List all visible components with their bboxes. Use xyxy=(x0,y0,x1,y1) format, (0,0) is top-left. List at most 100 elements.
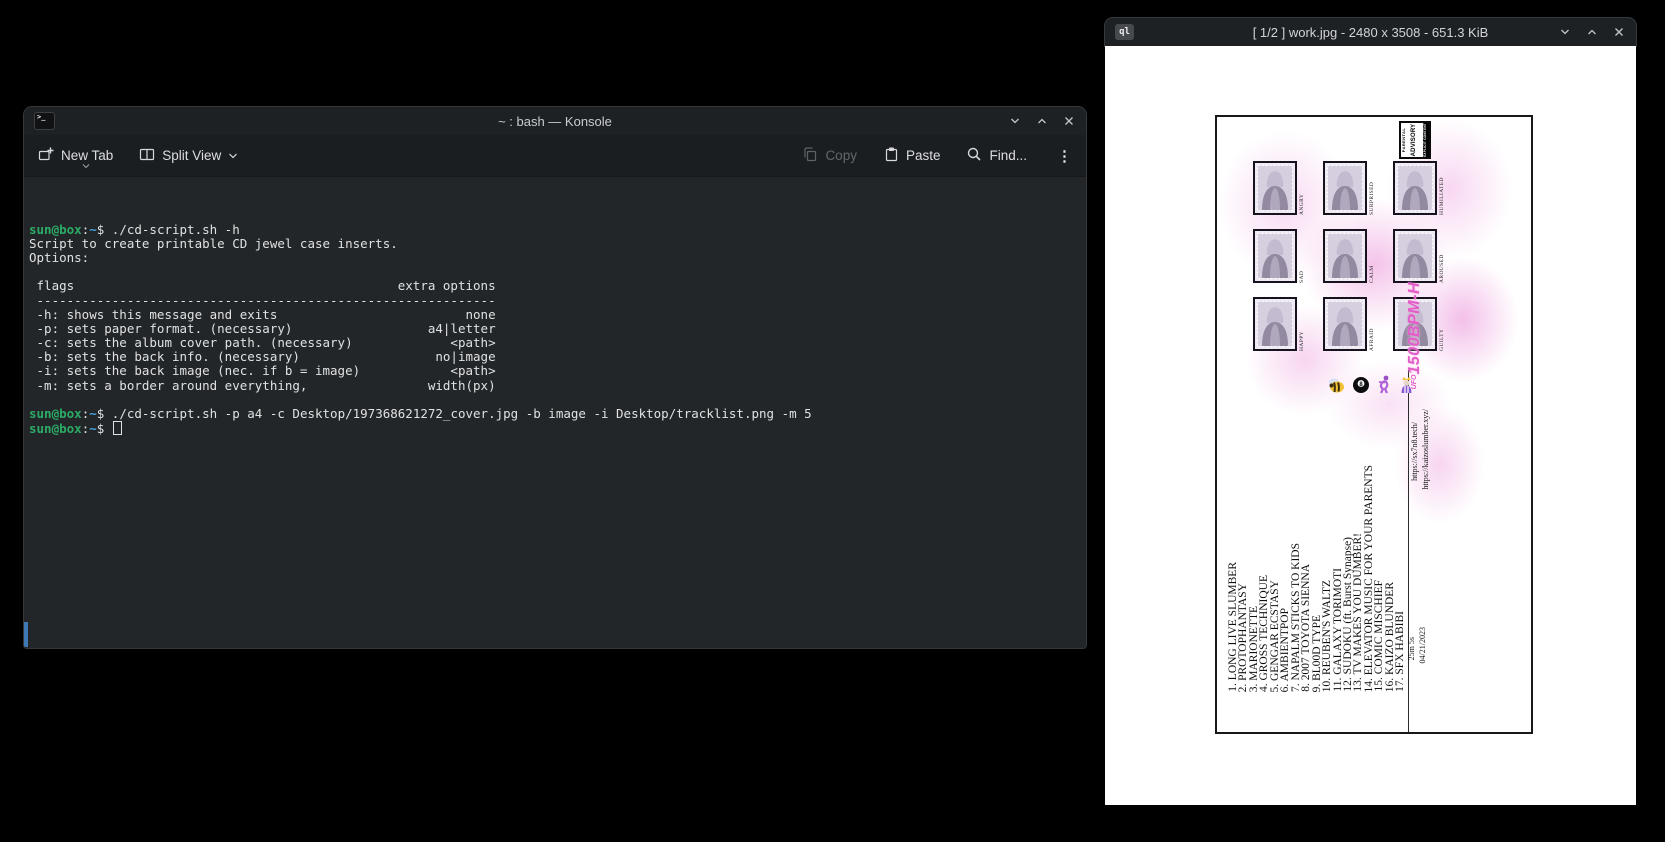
duration-text: 25m 5s xyxy=(1407,637,1416,660)
minimize-icon[interactable] xyxy=(1558,25,1572,39)
viewer-titlebar[interactable]: ql [ 1/2 ] work.jpg - 2480 x 3508 - 651.… xyxy=(1105,18,1636,46)
stamp-image xyxy=(1253,229,1297,283)
paste-button[interactable]: Paste xyxy=(883,146,941,165)
split-view-label: Split View xyxy=(162,148,221,163)
stamp: ANGRY xyxy=(1253,161,1323,229)
terminal-line xyxy=(29,265,1086,279)
copy-button[interactable]: Copy xyxy=(802,146,857,165)
track-title: 11. GALAXY TORIMOTI xyxy=(1333,568,1343,692)
emoji-icon-row: 8 xyxy=(1327,375,1415,394)
terminal-line: -c: sets the album cover path. (necessar… xyxy=(29,336,1086,350)
terminal-line: Script to create printable CD jewel case… xyxy=(29,237,1086,251)
terminal-line: -b: sets the back info. (necessary) no|i… xyxy=(29,350,1086,364)
find-label: Find... xyxy=(989,148,1027,163)
stamp-image xyxy=(1393,229,1437,283)
image-viewer-window: ql [ 1/2 ] work.jpg - 2480 x 3508 - 651.… xyxy=(1105,18,1636,805)
split-view-chevron-icon xyxy=(228,148,238,163)
stamp: HAPPY xyxy=(1253,297,1323,365)
advisory-line2: ADVISORY xyxy=(1411,124,1417,157)
viewer-window-title: [ 1/2 ] work.jpg - 2480 x 3508 - 651.3 K… xyxy=(1105,25,1636,40)
terminal-line: sun@box:~$ ./cd-script.sh -p a4 -c Deskt… xyxy=(29,407,1086,421)
track-title: 6. AMBIENTPOP xyxy=(1280,608,1290,692)
close-icon[interactable] xyxy=(1062,114,1076,128)
king-icon xyxy=(1398,375,1415,394)
viewer-app-icon: ql xyxy=(1115,24,1134,40)
url-text: https://kaizoslumber.xyz/ xyxy=(1421,409,1430,490)
stamp-label: SAD xyxy=(1299,229,1305,283)
dancer-icon xyxy=(1376,375,1392,394)
terminal-line: flags extra options xyxy=(29,279,1086,293)
maximize-icon[interactable] xyxy=(1035,114,1049,128)
stamp-label: CALM xyxy=(1369,229,1375,283)
split-view-button[interactable]: Split View xyxy=(139,146,238,165)
stamp-image xyxy=(1323,161,1367,215)
stamp-label: AROUSED xyxy=(1439,229,1445,283)
terminal-content[interactable]: sun@box:~$ ./cd-script.sh -hScript to cr… xyxy=(24,177,1086,648)
parental-advisory-label: PARENTAL ADVISORY EXPLICIT CONTENT xyxy=(1399,121,1431,159)
new-tab-button[interactable]: New Tab xyxy=(38,146,113,165)
close-icon[interactable] xyxy=(1612,25,1626,39)
track-title: 13. TV MAKES YOU DUMBER! xyxy=(1353,533,1363,692)
track-title: 15. COMIC MISCHIEF xyxy=(1374,580,1384,692)
stamp-image xyxy=(1253,161,1297,215)
terminal-line: sun@box:~$ xyxy=(29,421,1086,435)
viewer-canvas[interactable]: ANGRY SURPRISED HUMILIATED SAD CALM xyxy=(1105,46,1636,805)
stamp: GUILTY xyxy=(1393,297,1463,365)
desktop: { "desktop": { "bg": "#000000" }, "konso… xyxy=(0,0,1665,842)
stamp-image xyxy=(1323,297,1367,351)
terminal-scrollbar[interactable] xyxy=(24,622,28,647)
stamp-label: SURPRISED xyxy=(1369,161,1375,215)
spine-fold-line xyxy=(1408,370,1409,732)
maximize-icon[interactable] xyxy=(1585,25,1599,39)
copy-label: Copy xyxy=(825,148,857,163)
terminal-line: -m: sets a border around everything, wid… xyxy=(29,379,1086,393)
url-text: https://sx7n8.tech/ xyxy=(1410,422,1419,481)
stamp: AFRAID xyxy=(1323,297,1393,365)
bpm-text: UFO1500BPM-H xyxy=(1406,282,1424,389)
track-title: 4. GROSS TECHNIQUE xyxy=(1259,575,1269,692)
new-tab-menu-chevron-icon[interactable] xyxy=(82,157,90,172)
terminal-cursor xyxy=(113,421,123,435)
stamp: CALM xyxy=(1323,229,1393,297)
terminal-line: -p: sets paper format. (necessary) a4|le… xyxy=(29,322,1086,336)
konsole-toolbar: New Tab Split View Copy Paste xyxy=(24,135,1086,177)
date-text: 04/21/2023 xyxy=(1418,627,1427,663)
stamp-grid: ANGRY SURPRISED HUMILIATED SAD CALM xyxy=(1253,161,1463,365)
split-view-icon xyxy=(139,146,155,165)
terminal-line xyxy=(29,393,1086,407)
paste-label: Paste xyxy=(906,148,941,163)
find-button[interactable]: Find... xyxy=(966,146,1027,165)
cd-insert-artwork: ANGRY SURPRISED HUMILIATED SAD CALM xyxy=(1215,115,1533,734)
stamp-image xyxy=(1253,297,1297,351)
tracklist: 1. LONG LIVE SLUMBER2. PROTOPHANTASY3. M… xyxy=(1228,465,1406,693)
stamp-image xyxy=(1393,161,1437,215)
terminal-line: -h: shows this message and exits none xyxy=(29,308,1086,322)
bee-icon xyxy=(1327,376,1346,394)
eight-ball-icon: 8 xyxy=(1352,376,1370,394)
terminal-line: ----------------------------------------… xyxy=(29,294,1086,308)
bpm-main-text: 1500BPM-H xyxy=(1406,282,1423,375)
track-title: 10. REUBEN'S WALTZ xyxy=(1322,580,1332,692)
copy-icon xyxy=(802,146,818,165)
minimize-icon[interactable] xyxy=(1008,114,1022,128)
stamp-label: HAPPY xyxy=(1299,297,1305,351)
stamp-label: ANGRY xyxy=(1299,161,1305,215)
terminal-line: sun@box:~$ ./cd-script.sh -h xyxy=(29,223,1086,237)
advisory-line1: PARENTAL xyxy=(1402,128,1406,152)
terminal-line: Options: xyxy=(29,251,1086,265)
konsole-titlebar[interactable]: >_ ~ : bash — Konsole xyxy=(24,107,1086,135)
stamp: SURPRISED xyxy=(1323,161,1393,229)
stamp-label: HUMILIATED xyxy=(1439,161,1445,215)
stamp-label: GUILTY xyxy=(1439,297,1445,351)
overflow-menu-icon[interactable]: ⋮ xyxy=(1057,147,1072,165)
stamp-image xyxy=(1323,229,1367,283)
stamp: HUMILIATED xyxy=(1393,161,1463,229)
track-title: 8. 2007 TOYOTA SIENNA xyxy=(1301,564,1311,692)
paste-icon xyxy=(883,146,899,165)
track-title: 2. PROTOPHANTASY xyxy=(1238,583,1248,692)
stamp: AROUSED xyxy=(1393,229,1463,297)
konsole-window-title: ~ : bash — Konsole xyxy=(24,114,1086,129)
track-title: 17. SFX HABIBI xyxy=(1395,611,1405,692)
stamp-label: AFRAID xyxy=(1369,297,1375,351)
terminal-line: -i: sets the back image (nec. if b = ima… xyxy=(29,364,1086,378)
